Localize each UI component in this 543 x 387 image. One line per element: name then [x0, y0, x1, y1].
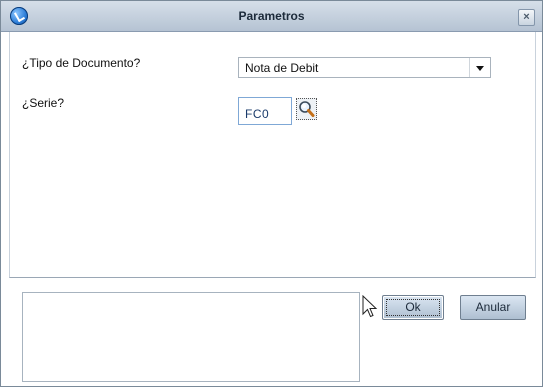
serie-label: ¿Serie?	[22, 96, 65, 110]
serie-value: FC0	[245, 107, 270, 121]
ok-button[interactable]: Ok	[382, 295, 444, 320]
close-button[interactable]: ×	[518, 9, 535, 26]
window-title: Parametros	[238, 9, 305, 23]
parametros-dialog: Parametros × ¿Tipo de Documento? Nota de…	[0, 0, 543, 387]
tipo-documento-value: Nota de Debit	[245, 61, 319, 75]
magnifier-search-icon	[299, 101, 315, 117]
mouse-pointer-icon	[362, 295, 378, 318]
serie-lookup-button[interactable]	[296, 98, 317, 120]
title-bar[interactable]: Parametros ×	[1, 1, 542, 32]
anular-button[interactable]: Anular	[460, 295, 526, 320]
tipo-documento-select[interactable]: Nota de Debit	[238, 57, 491, 78]
observations-memo[interactable]	[22, 292, 360, 382]
tipo-documento-label: ¿Tipo de Documento?	[22, 56, 141, 70]
chevron-down-icon[interactable]	[469, 58, 490, 77]
serie-input[interactable]: FC0	[238, 97, 292, 125]
